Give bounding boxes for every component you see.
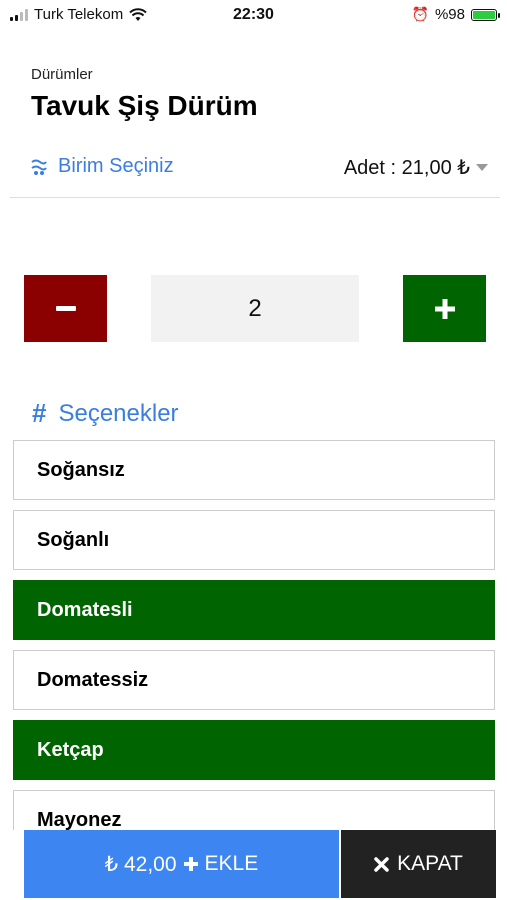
alarm-icon: ⏰ — [411, 6, 429, 22]
option-label: Domatessiz — [37, 668, 149, 691]
minus-icon — [55, 306, 76, 311]
unit-select-label: Birim Seçiniz — [58, 155, 174, 177]
option-label: Ketçap — [37, 738, 104, 761]
option-item[interactable]: Domatessiz — [13, 650, 495, 710]
battery-icon — [471, 8, 500, 21]
option-item[interactable]: Soğanlı — [13, 510, 495, 570]
close-button[interactable]: KAPAT — [341, 830, 496, 898]
option-label: Domatesli — [37, 598, 133, 621]
plus-icon — [183, 857, 198, 871]
option-label: Soğanlı — [37, 528, 110, 551]
add-label: EKLE — [204, 852, 259, 875]
close-label: KAPAT — [397, 852, 463, 875]
scale-icon — [31, 159, 47, 175]
unit-dropdown[interactable]: Adet : 21,00 ₺ — [344, 155, 488, 180]
option-item[interactable]: Domatesli — [13, 580, 495, 640]
product-title: Tavuk Şiş Dürüm — [31, 90, 258, 121]
add-price: ₺ 42,00 — [104, 852, 177, 876]
decrease-quantity-button[interactable] — [24, 275, 107, 342]
chevron-down-icon — [476, 164, 488, 171]
adet-label: Adet : 21,00 ₺ — [343, 157, 470, 179]
category-label: Dürümler — [31, 66, 93, 83]
unit-select-button[interactable]: Birim Seçiniz — [28, 155, 174, 178]
options-heading: # Seçenekler — [32, 398, 179, 429]
options-title: Seçenekler — [58, 399, 179, 427]
options-list: Soğansız Soğanlı Domatesli Domatessiz Ketçap… — [13, 440, 497, 830]
divider — [10, 197, 500, 198]
unit-row: Birim Seçiniz Adet : 21,00 ₺ — [28, 155, 488, 185]
option-label: Mayonez — [37, 808, 122, 831]
status-right: ⏰ %98 — [411, 6, 500, 23]
option-label: Soğansız — [37, 458, 125, 481]
option-item[interactable]: Mayonez — [13, 790, 495, 830]
close-icon — [374, 856, 389, 872]
option-item[interactable]: Ketçap — [13, 720, 495, 780]
add-to-cart-button[interactable]: ₺ 42,00 EKLE — [24, 830, 339, 898]
status-bar: Turk Telekom 22:30 ⏰ %98 — [0, 0, 507, 30]
plus-icon — [434, 298, 455, 319]
battery-percent: %98 — [434, 6, 465, 23]
option-item[interactable]: Soğansız — [13, 440, 495, 500]
increase-quantity-button[interactable] — [403, 275, 486, 342]
hashtag-icon: # — [32, 398, 47, 428]
quantity-field[interactable]: 2 — [151, 275, 359, 342]
